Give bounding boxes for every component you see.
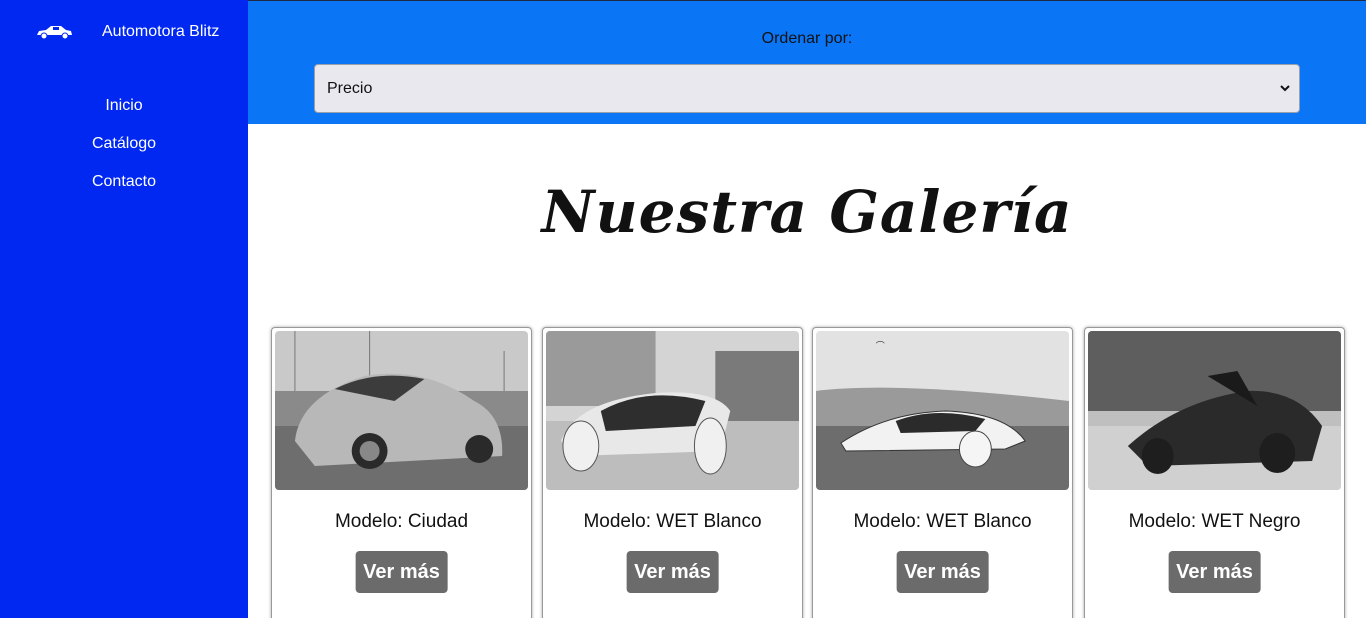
ver-mas-button[interactable]: Ver más: [1168, 551, 1261, 593]
car-icon: [37, 26, 72, 40]
car-card: Modelo: Ciudad Ver más: [271, 327, 532, 618]
car-model: Modelo: WET Negro: [1128, 511, 1301, 532]
car-image: ⌒: [816, 331, 1069, 490]
sort-label: Ordenar por:: [761, 30, 853, 47]
sidebar-nav: Inicio Catálogo Contacto: [0, 96, 248, 210]
sort-select[interactable]: Precio: [314, 64, 1300, 113]
car-model: Modelo: WET Blanco: [853, 511, 1032, 532]
car-card: Modelo: WET Negro Ver más: [1084, 327, 1345, 618]
gallery-title: Nuestra Galería: [541, 178, 1073, 246]
ver-mas-button[interactable]: Ver más: [355, 551, 448, 593]
brand[interactable]: Automotora Blitz: [34, 22, 219, 42]
sidebar: Automotora Blitz Inicio Catálogo Contact…: [0, 0, 248, 618]
sort-bar: Ordenar por: Precio: [248, 0, 1366, 124]
ver-mas-button[interactable]: Ver más: [896, 551, 989, 593]
car-card: ⌒ Modelo: WET Blanco Ver más: [812, 327, 1073, 618]
car-model: Modelo: Ciudad: [334, 511, 469, 532]
car-image: [1088, 331, 1341, 490]
nav-item-contacto[interactable]: Contacto: [0, 172, 248, 210]
svg-text:⌒: ⌒: [876, 341, 885, 351]
brand-name: Automotora Blitz: [102, 23, 220, 40]
sort-select-value: Precio: [327, 80, 373, 97]
car-image: [275, 331, 528, 490]
car-model: Modelo: WET Blanco: [583, 511, 762, 532]
chevron-down-icon: [1280, 85, 1290, 92]
ver-mas-button[interactable]: Ver más: [626, 551, 719, 593]
car-image: [546, 331, 799, 490]
car-card: Modelo: WET Blanco Ver más: [542, 327, 803, 618]
nav-item-inicio[interactable]: Inicio: [0, 96, 248, 134]
nav-item-catalogo[interactable]: Catálogo: [0, 134, 248, 172]
